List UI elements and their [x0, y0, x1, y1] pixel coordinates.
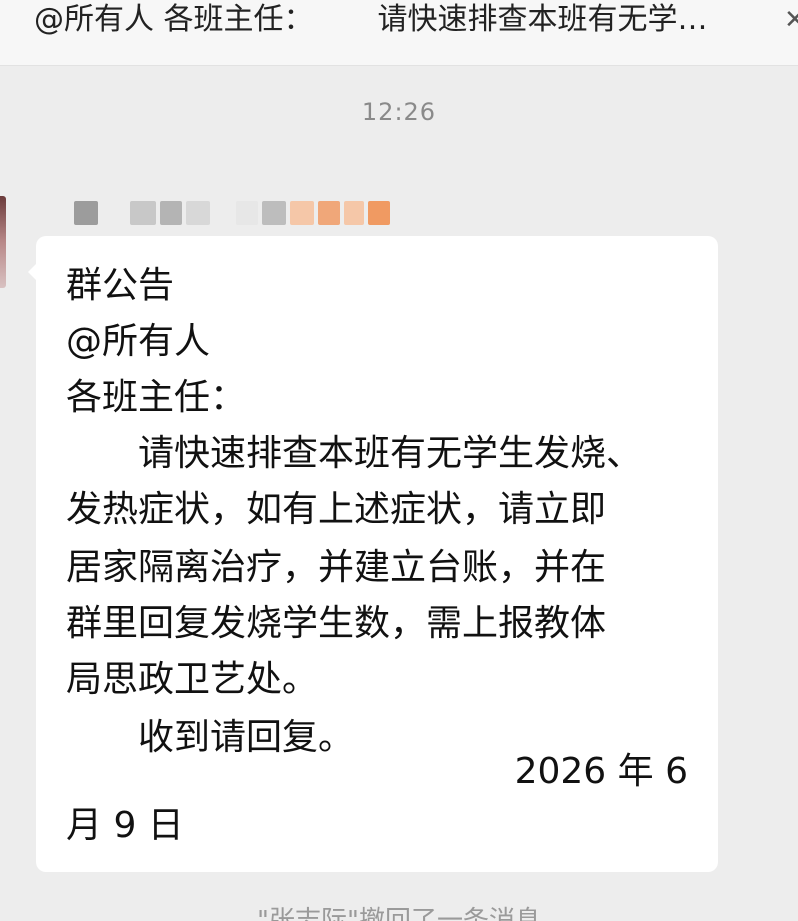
- blur-block: [262, 201, 286, 225]
- blur-block: [368, 201, 390, 225]
- blur-block: [318, 201, 340, 225]
- message-line: 收到请回复。: [66, 717, 355, 758]
- blur-block: [236, 201, 258, 225]
- avatar[interactable]: [0, 196, 6, 288]
- pinned-announcement-text: @所有人 各班主任： 请快速排查本班有无学…: [34, 0, 708, 40]
- pinned-announcement-bar[interactable]: @所有人 各班主任： 请快速排查本班有无学… ✕: [0, 0, 798, 66]
- blur-block: [186, 201, 210, 225]
- blur-block: [160, 201, 182, 225]
- message-line: 居家隔离治疗，并建立台账，并在: [66, 547, 607, 588]
- message-line: @所有人: [66, 321, 211, 362]
- sender-name-blurred: [74, 200, 390, 226]
- message-line: 各班主任：: [66, 377, 247, 418]
- message-line: 群公告: [66, 265, 175, 306]
- message-date-line1: 2026 年 6: [514, 751, 688, 792]
- message-line: 请快速排查本班有无学生发烧、: [66, 433, 643, 474]
- message-line: 发热症状，如有上述症状，请立即: [66, 489, 607, 530]
- pinned-text-preview: 请快速排查本班有无学…: [377, 2, 708, 37]
- message-date-line2: 月 9 日: [66, 805, 184, 846]
- message-bubble[interactable]: 群公告 @所有人 各班主任： 请快速排查本班有无学生发烧、 发热症状，如有上述症…: [36, 236, 718, 872]
- blur-block: [290, 201, 314, 225]
- close-icon[interactable]: ✕: [784, 0, 798, 40]
- message-timestamp: 12:26: [361, 98, 437, 126]
- message-line: 群里回复发烧学生数，需上报教体: [66, 603, 607, 644]
- blur-block: [344, 201, 364, 225]
- message-line: 局思政卫艺处。: [66, 659, 319, 700]
- blur-block: [74, 201, 98, 225]
- pinned-text-mention: @所有人 各班主任：: [34, 2, 314, 37]
- blur-block: [130, 201, 156, 225]
- recall-notice: "张志际"撤回了一条消息: [257, 906, 541, 921]
